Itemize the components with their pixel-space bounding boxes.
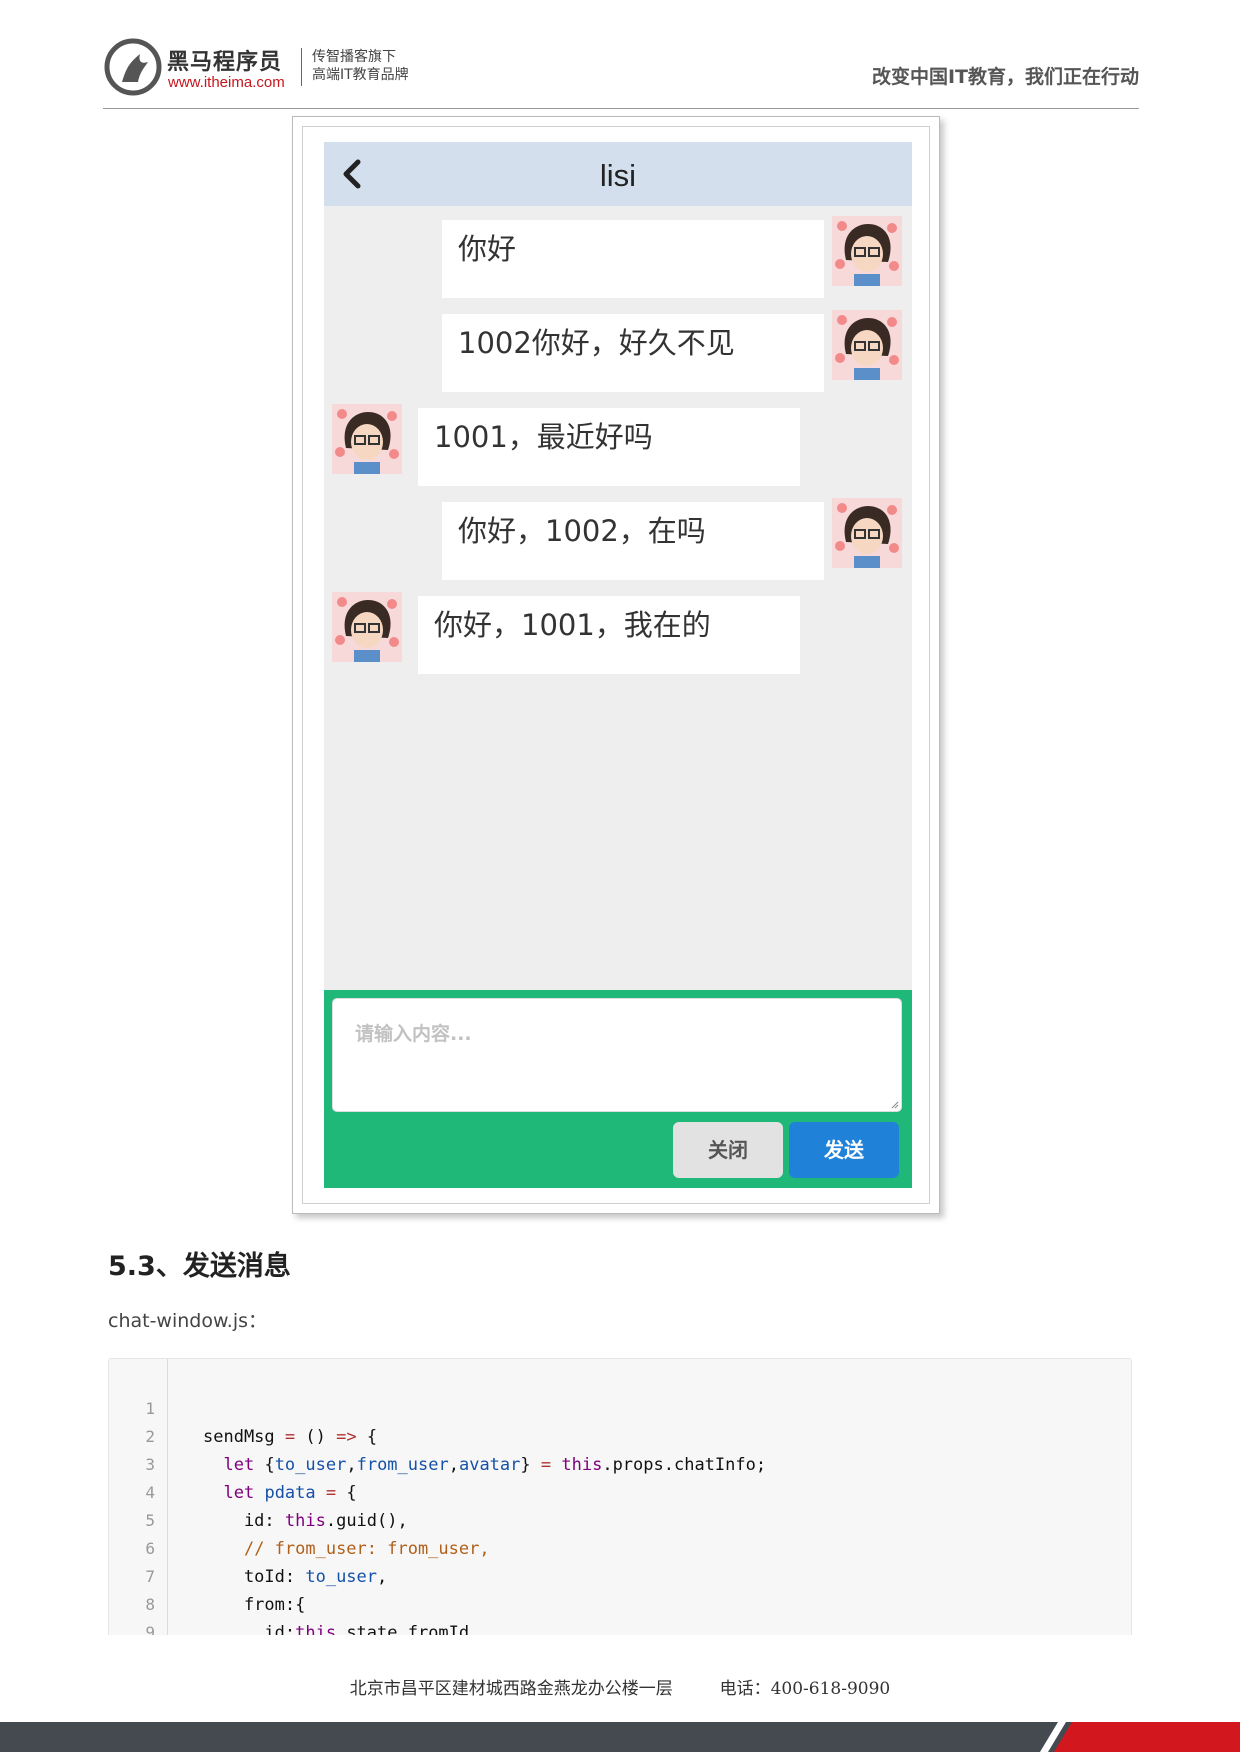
code-text: toId: to_user,: [203, 1567, 388, 1587]
code-line: 7 from:{: [109, 1535, 305, 1615]
chat-window: lisi 你好 1002你好，好久不见 1001，最近好吗 你好，1002，在吗…: [324, 142, 912, 1188]
avatar-icon: [332, 592, 402, 662]
message-composer: 请输入内容... 关闭 发送: [324, 990, 912, 1188]
code-text: sendMsg = () => {: [203, 1427, 378, 1447]
footer-accent-stripe: [1040, 1722, 1240, 1752]
slogan-line-1: 传智播客旗下: [312, 49, 396, 65]
message-input[interactable]: 请输入内容...: [332, 998, 902, 1112]
brand-url: www.itheima.com: [168, 74, 285, 91]
code-text: let {to_user,from_user,avatar} = this.pr…: [223, 1455, 767, 1475]
message-text: 你好: [458, 232, 517, 266]
avatar-icon: [332, 404, 402, 474]
code-text: from:{: [203, 1595, 306, 1615]
chat-title: lisi: [599, 158, 637, 193]
footer-address: 北京市昌平区建材城西路金燕龙办公楼一层: [349, 1679, 673, 1699]
brand-slogan: 传智播客旗下 高端IT教育品牌: [312, 48, 409, 84]
brand-divider: [301, 48, 302, 86]
code-line: 1 sendMsg = () => {: [109, 1367, 377, 1447]
avatar-icon: [832, 498, 902, 568]
section-title: 5.3、发送消息: [108, 1251, 291, 1282]
code-line: 2 let {to_user,from_user,avatar} = this.…: [109, 1395, 766, 1475]
code-text: id: this.guid(),: [203, 1511, 408, 1531]
line-number: 9: [145, 1623, 155, 1635]
page-header: 黑马程序员 www.itheima.com 传智播客旗下 高端IT教育品牌 改变…: [103, 36, 1139, 109]
code-line: 5 // from_user: from_user,: [109, 1479, 489, 1559]
message-text: 你好，1002，在吗: [458, 514, 706, 548]
message-text: 你好，1001，我在的: [434, 608, 711, 642]
code-line: 3 let pdata = {: [109, 1423, 356, 1503]
message-text: 1002你好，好久不见: [458, 326, 735, 360]
brand-name: 黑马程序员: [167, 50, 283, 75]
message-bubble: 你好，1001，我在的: [418, 596, 800, 674]
message-bubble: 你好: [442, 220, 824, 298]
chat-header: lisi: [324, 142, 912, 206]
code-line: 4 id: this.guid(),: [109, 1451, 407, 1531]
avatar-icon: [832, 310, 902, 380]
page-footer: 北京市昌平区建材城西路金燕龙办公楼一层 电话：400-618-9090: [0, 1674, 1240, 1699]
code-text: let pdata = {: [223, 1483, 357, 1503]
code-text: // from_user: from_user,: [243, 1539, 490, 1559]
message-text: 1001，最近好吗: [434, 420, 653, 454]
footer-phone: 电话：400-618-9090: [719, 1679, 891, 1699]
code-text: id:this.state.fromId: [203, 1623, 470, 1635]
input-placeholder: 请输入内容...: [355, 1023, 472, 1045]
message-bubble: 你好，1002，在吗: [442, 502, 824, 580]
message-bubble: 1002你好，好久不见: [442, 314, 824, 392]
close-button[interactable]: 关闭: [673, 1122, 783, 1178]
avatar-icon: [832, 216, 902, 286]
resize-handle-icon[interactable]: [891, 1101, 899, 1109]
message-bubble: 1001，最近好吗: [418, 408, 800, 486]
slogan-line-2: 高端IT教育品牌: [312, 67, 409, 83]
code-line: 8 id:this.state.fromId: [109, 1563, 469, 1635]
header-tagline: 改变中国IT教育，我们正在行动: [871, 66, 1139, 88]
code-line: 9 },: [109, 1591, 155, 1635]
file-label: chat-window.js：: [108, 1310, 267, 1332]
code-line: 6 toId: to_user,: [109, 1507, 387, 1587]
horse-logo-icon: [104, 38, 162, 96]
code-block: 1 sendMsg = () => { 2 let {to_user,from_…: [108, 1358, 1132, 1635]
send-button[interactable]: 发送: [789, 1122, 899, 1178]
